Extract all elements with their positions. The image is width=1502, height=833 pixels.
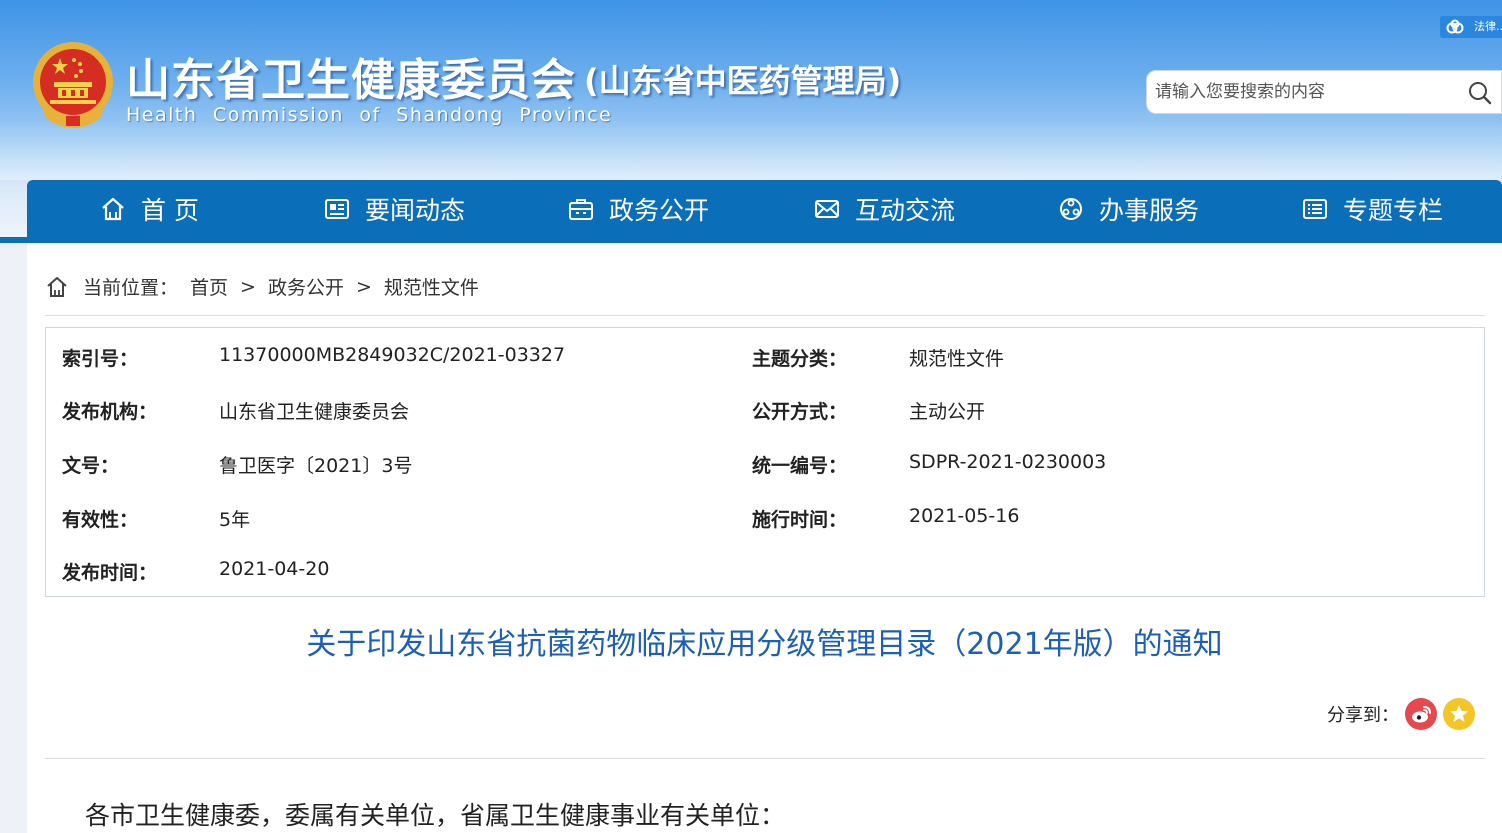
home-outline-icon bbox=[47, 276, 67, 297]
document-metadata-table: 索引号： 11370000MB2849032C/2021-03327 主题分类：… bbox=[45, 327, 1485, 597]
breadcrumb-prefix: 当前位置： bbox=[83, 277, 179, 299]
nav-item-label: 互动交流 bbox=[855, 195, 956, 225]
main-content: 当前位置： 首页 > 政务公开 > 规范性文件 索引号： 11370000MB2… bbox=[27, 243, 1502, 833]
nav-item-home[interactable]: 首 页 bbox=[99, 180, 199, 237]
nav-item-special-column[interactable]: 专题专栏 bbox=[1301, 180, 1443, 237]
site-english-name: Health Commission of Shandong Province bbox=[126, 104, 613, 126]
nav-item-interaction[interactable]: 互动交流 bbox=[813, 180, 955, 237]
favorite-star-icon bbox=[1450, 705, 1468, 722]
search-icon[interactable] bbox=[1467, 80, 1493, 106]
meta-key-topic: 主题分类： bbox=[752, 348, 848, 370]
meta-key-doc-no: 文号： bbox=[62, 455, 120, 477]
meta-key-index-no: 索引号： bbox=[62, 348, 139, 370]
meta-value-topic: 规范性文件 bbox=[909, 348, 1005, 370]
breadcrumb-link-government-affairs[interactable]: 政务公开 bbox=[268, 273, 344, 300]
share-label: 分享到： bbox=[1327, 705, 1399, 726]
meta-key-unified-no: 统一编号： bbox=[752, 455, 848, 477]
meta-key-effective-date: 施行时间： bbox=[752, 509, 848, 531]
site-title: 山东省卫生健康委员会 bbox=[126, 55, 576, 106]
search-box bbox=[1146, 70, 1502, 114]
briefcase-icon bbox=[569, 198, 593, 220]
breadcrumb-divider bbox=[45, 315, 1485, 316]
nav-item-services[interactable]: 办事服务 bbox=[1057, 180, 1199, 237]
document-greeting: 各市卫生健康委，委属有关单位，省属卫生健康事业有关单位： bbox=[85, 801, 786, 830]
envelope-icon bbox=[815, 199, 839, 218]
meta-value-index-no: 11370000MB2849032C/2021-03327 bbox=[219, 344, 566, 366]
badge-label: 法律... bbox=[1474, 20, 1502, 33]
weibo-icon bbox=[1412, 706, 1431, 723]
meta-key-validity: 有效性： bbox=[62, 509, 139, 531]
meta-value-effective-date: 2021-05-16 bbox=[909, 505, 1020, 527]
home-icon bbox=[102, 197, 124, 220]
news-icon bbox=[325, 198, 349, 219]
share-favorite-button[interactable] bbox=[1443, 698, 1475, 730]
nav-item-label: 首 页 bbox=[141, 195, 199, 225]
main-nav: 首 页 要闻动态 政务公开 互动交流 办事服务 专题专栏 bbox=[27, 180, 1502, 237]
service-icon bbox=[1060, 197, 1082, 220]
breadcrumb-separator: > bbox=[240, 275, 256, 298]
nav-item-label: 专题专栏 bbox=[1343, 195, 1444, 225]
top-right-badge[interactable]: 法律... bbox=[1440, 16, 1502, 38]
meta-value-publish-date: 2021-04-20 bbox=[219, 558, 330, 580]
breadcrumb: 当前位置： 首页 > 政务公开 > 规范性文件 bbox=[45, 273, 479, 300]
nav-item-label: 办事服务 bbox=[1099, 195, 1200, 225]
nav-item-label: 政务公开 bbox=[609, 195, 710, 225]
site-subtitle: (山东省中医药管理局) bbox=[584, 62, 902, 100]
header-background-skyline bbox=[0, 120, 1502, 180]
nav-item-government-affairs[interactable]: 政务公开 bbox=[567, 180, 709, 237]
meta-key-publisher: 发布机构： bbox=[62, 401, 158, 423]
meta-value-unified-no: SDPR-2021-0230003 bbox=[909, 451, 1107, 473]
breadcrumb-separator: > bbox=[355, 275, 372, 298]
meta-value-disclosure: 主动公开 bbox=[909, 401, 986, 423]
meta-key-publish-date: 发布时间： bbox=[62, 562, 158, 584]
breadcrumb-link-home[interactable]: 首页 bbox=[190, 273, 228, 300]
cloud-icon bbox=[1446, 19, 1464, 34]
meta-value-publisher: 山东省卫生健康委员会 bbox=[219, 401, 410, 423]
nav-item-label: 要闻动态 bbox=[365, 195, 466, 225]
national-emblem-icon bbox=[33, 42, 113, 128]
content-divider bbox=[45, 758, 1485, 759]
breadcrumb-link-normative-docs[interactable]: 规范性文件 bbox=[384, 273, 479, 300]
meta-key-disclosure: 公开方式： bbox=[752, 401, 848, 423]
nav-item-news[interactable]: 要闻动态 bbox=[323, 180, 465, 237]
search-input[interactable] bbox=[1155, 77, 1455, 107]
share-bar: 分享到： bbox=[1327, 698, 1475, 730]
share-weibo-button[interactable] bbox=[1405, 698, 1437, 730]
document-title: 关于印发山东省抗菌药物临床应用分级管理目录（2021年版）的通知 bbox=[306, 627, 1223, 662]
column-icon bbox=[1303, 198, 1327, 219]
meta-value-validity: 5年 bbox=[219, 509, 251, 531]
meta-value-doc-no: 鲁卫医字〔2021〕3号 bbox=[219, 455, 413, 477]
